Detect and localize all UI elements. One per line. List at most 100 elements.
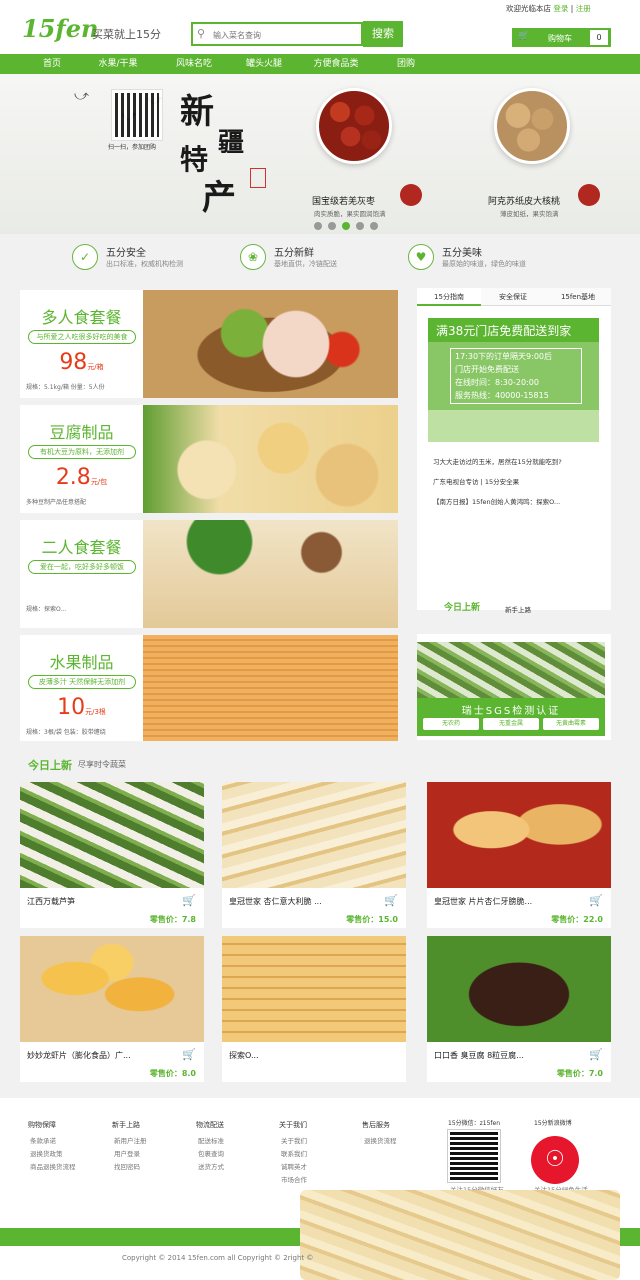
carousel-dot[interactable] — [314, 222, 322, 230]
category-panel[interactable]: 豆腐制品 有机大豆为原料，无添加剂 2.8元/包 多种豆制产品任意搭配 — [20, 405, 398, 513]
leaf-icon: ❀ — [240, 244, 266, 270]
product-name[interactable]: 口口香 臭豆腐 8粒豆腐... — [434, 1050, 574, 1061]
tab-safety[interactable]: 安全保证 — [481, 288, 545, 306]
add-to-cart-icon[interactable]: 🛒 — [182, 1048, 196, 1061]
product-image[interactable] — [222, 936, 406, 1042]
footer-link[interactable]: 送货方式 — [198, 1161, 224, 1171]
footer-link[interactable]: 退换货流程 — [364, 1135, 397, 1145]
category-text: 水果制品 皮薄多汁 天然保鲜无添加剂 10元/3根 规格：3根/袋 包装：胶带缠… — [20, 635, 143, 741]
copyright: Copyright © 2014 15fen.com all Copyright… — [122, 1254, 314, 1262]
walnut-image[interactable] — [494, 88, 570, 164]
section-title: 今日上新 — [28, 759, 72, 772]
product-card[interactable]: 皇冠世家 杏仁意大利脆 ... 🛒 零售价：15.0 — [222, 782, 406, 928]
category-panel[interactable]: 水果制品 皮薄多汁 天然保鲜无添加剂 10元/3根 规格：3根/袋 包装：胶带缠… — [20, 635, 398, 741]
sgs-band: 瑞士SGS检测认证 无农药 无重金属 无黄曲霉素 — [417, 698, 605, 736]
add-to-cart-icon[interactable]: 🛒 — [589, 1048, 603, 1061]
category-panel[interactable]: 多人食套餐 与所爱之人吃很多好吃的美食 98元/箱 规格：5.1kg/箱 份量：… — [20, 290, 398, 398]
footer-column-title: 新手上路 — [112, 1121, 140, 1129]
product-price: 零售价：8.0 — [150, 1068, 196, 1079]
product-price: 零售价：22.0 — [551, 914, 603, 925]
news-link[interactable]: 【南方日报】15fen创始人黄鸿鸣：探索O... — [433, 496, 560, 506]
product-name[interactable]: 皇冠世家 片片杏仁牙膀脆... — [434, 896, 574, 907]
nav-item-snacks[interactable]: 风味名吃 — [164, 54, 224, 74]
price-value: 2.8 — [55, 465, 91, 490]
nav-item-group-buy[interactable]: 团购 — [376, 54, 436, 74]
cart-button[interactable]: 🛒 购物车 0 — [512, 28, 611, 47]
footer-link[interactable]: 联系我们 — [281, 1148, 307, 1158]
footer-link[interactable]: 市场合作 — [281, 1174, 307, 1184]
footer-link[interactable]: 用户登录 — [114, 1148, 140, 1158]
register-link[interactable]: 注册 — [576, 4, 591, 13]
product-card[interactable]: 探索O... — [222, 936, 406, 1082]
qr-caption: 扫一扫，参加团购 — [108, 144, 157, 151]
product-name[interactable]: 皇冠世家 杏仁意大利脆 ... — [229, 896, 369, 907]
product-image[interactable] — [427, 782, 611, 888]
product-name[interactable]: 妙妙龙虾片（膨化食品）广... — [27, 1050, 167, 1061]
product-card[interactable]: 皇冠世家 片片杏仁牙膀脆... 🛒 零售价：22.0 — [427, 782, 611, 928]
weibo-icon[interactable]: ☉ — [531, 1136, 579, 1184]
carousel-dot[interactable] — [356, 222, 364, 230]
footer-link[interactable]: 退换货政策 — [30, 1148, 63, 1158]
cart-label: 购物车 — [548, 34, 572, 43]
price-value: 10 — [57, 695, 86, 720]
footer-link[interactable]: 条款承诺 — [30, 1135, 56, 1145]
carousel-dot[interactable] — [370, 222, 378, 230]
nav-item-home[interactable]: 首页 — [22, 54, 82, 74]
nav-item-canned[interactable]: 罐头火腿 — [234, 54, 294, 74]
price-unit: 元/3根 — [85, 708, 106, 716]
add-to-cart-icon[interactable]: 🛒 — [384, 894, 398, 907]
product-card[interactable]: 妙妙龙虾片（膨化食品）广... 🛒 零售价：8.0 — [20, 936, 204, 1082]
news-link[interactable]: 习大大走访过的玉米，居然在15分就能吃到? — [433, 456, 562, 466]
product-price: 零售价：7.8 — [150, 914, 196, 925]
category-panel[interactable]: 二人食套餐 爱在一起，吃好多好多顿饭 规格：探索O... — [20, 520, 398, 628]
product-image[interactable] — [222, 782, 406, 888]
category-image[interactable] — [143, 290, 398, 398]
footer-column-title: 物流配送 — [196, 1121, 224, 1129]
newbie-tag[interactable]: 新手上路 — [505, 604, 531, 614]
today-new-tag[interactable]: 今日上新 — [444, 600, 480, 613]
welcome-bar: 欢迎光临本店 登录 | 注册 — [506, 4, 591, 13]
category-image[interactable] — [143, 635, 398, 741]
guarantee-sub: 出口标准，权威机构检测 — [106, 260, 183, 268]
price-value: 7.8 — [181, 915, 196, 924]
seal-icon — [578, 184, 600, 206]
delivery-ad[interactable]: 满38元门店免费配送到家 17:30下的订单隔天9:00后 门店开始免费配送 在… — [428, 318, 599, 442]
nav-item-fruit[interactable]: 水果/干果 — [88, 54, 148, 74]
product-image[interactable] — [20, 782, 204, 888]
login-link[interactable]: 登录 — [553, 4, 568, 13]
category-image[interactable] — [143, 520, 398, 628]
banner-product-sub: 薄皮如纸，果实饱满 — [500, 210, 559, 218]
search-icon: ⚲ — [197, 27, 206, 40]
carousel-dot-active[interactable] — [342, 222, 350, 230]
footer-link[interactable]: 关于我们 — [281, 1135, 307, 1145]
footer-link[interactable]: 找回密码 — [114, 1161, 140, 1171]
footer-link[interactable]: 新用户注册 — [114, 1135, 147, 1145]
footer-link[interactable]: 诚聘英才 — [281, 1161, 307, 1171]
footer-link[interactable]: 包裹查询 — [198, 1148, 224, 1158]
category-image[interactable] — [143, 405, 398, 513]
red-dates-image[interactable] — [316, 88, 392, 164]
add-to-cart-icon[interactable]: 🛒 — [589, 894, 603, 907]
add-to-cart-icon[interactable]: 🛒 — [182, 894, 196, 907]
sgs-certification[interactable]: 瑞士SGS检测认证 无农药 无重金属 无黄曲霉素 — [417, 634, 611, 740]
tab-base[interactable]: 15fen基地 — [545, 288, 611, 306]
price-label: 零售价： — [149, 915, 182, 924]
news-link[interactable]: 广东电视台专访 | 15分安全果 — [433, 476, 519, 486]
tab-guide[interactable]: 15分指南 — [417, 288, 481, 306]
product-image[interactable] — [20, 936, 204, 1042]
carousel-dot[interactable] — [328, 222, 336, 230]
search-button[interactable]: 搜索 — [363, 21, 403, 47]
product-name[interactable]: 探索O... — [229, 1050, 369, 1061]
nav-item-instant[interactable]: 方便食品类 — [306, 54, 366, 74]
site-logo[interactable]: 15fen — [22, 14, 98, 43]
category-tag: 爱在一起，吃好多好多顿饭 — [28, 560, 136, 574]
footer-link[interactable]: 配送标准 — [198, 1135, 224, 1145]
search-input[interactable] — [213, 27, 361, 43]
sgs-pill: 无农药 — [423, 718, 479, 730]
product-name[interactable]: 江西万载芦笋 — [27, 896, 167, 907]
sgs-pill: 无黄曲霉素 — [543, 718, 599, 730]
product-image[interactable] — [427, 936, 611, 1042]
product-card[interactable]: 口口香 臭豆腐 8粒豆腐... 🛒 零售价：7.0 — [427, 936, 611, 1082]
footer-link[interactable]: 商品退换货流程 — [30, 1161, 76, 1171]
product-card[interactable]: 江西万载芦笋 🛒 零售价：7.8 — [20, 782, 204, 928]
